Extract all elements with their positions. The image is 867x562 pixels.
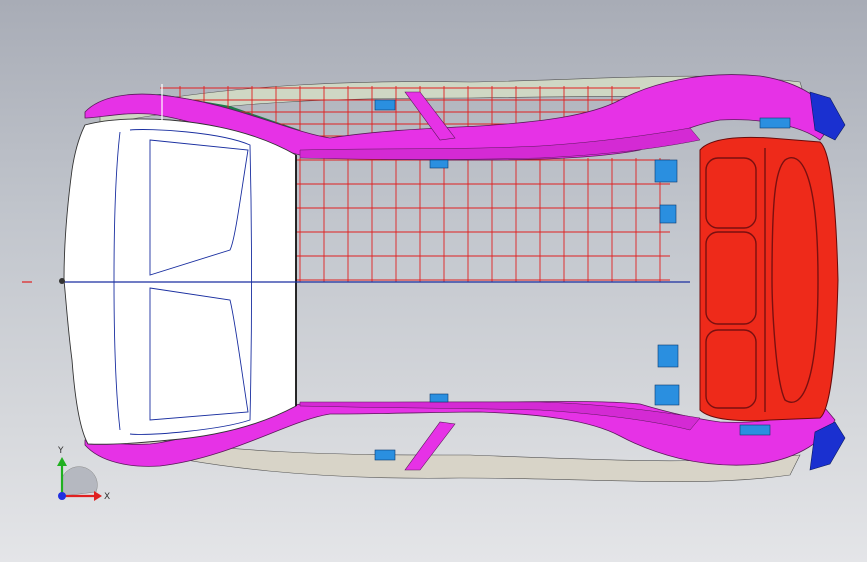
3d-viewport[interactable]: X Y bbox=[0, 0, 867, 562]
triad-y-label: Y bbox=[57, 446, 64, 456]
triad-y-arrow bbox=[57, 457, 67, 466]
triad-x-arrow bbox=[94, 491, 102, 501]
origin-point bbox=[59, 278, 65, 284]
car-body-model[interactable]: X Y bbox=[0, 0, 867, 562]
triad-x-label: X bbox=[104, 492, 110, 502]
triad-z-axis bbox=[58, 492, 66, 500]
